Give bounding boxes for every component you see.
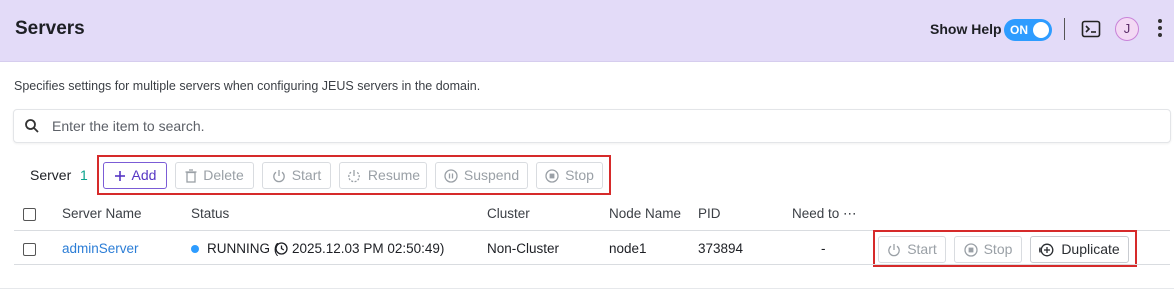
suspend-button[interactable]: Suspend <box>435 162 528 189</box>
toggle-knob <box>1033 22 1049 38</box>
search-icon <box>25 119 39 133</box>
add-button-label: Add <box>131 167 157 183</box>
page-header: Servers Show Help ON J <box>0 0 1174 62</box>
server-count: 1 <box>80 167 88 183</box>
column-header-status[interactable]: Status <box>191 206 229 221</box>
row-start-button[interactable]: Start <box>878 236 946 263</box>
row-start-label: Start <box>907 241 937 257</box>
stop-icon <box>963 242 978 257</box>
power-icon <box>272 169 285 182</box>
column-header-node-name[interactable]: Node Name <box>609 206 681 221</box>
status-text: RUNNING ( <box>207 241 279 256</box>
duplicate-label: Duplicate <box>1061 241 1120 257</box>
trash-icon <box>185 168 197 183</box>
section-label: Server <box>30 167 72 183</box>
page-description: Specifies settings for multiple servers … <box>14 79 481 93</box>
delete-button-label: Delete <box>203 167 244 183</box>
duplicate-button[interactable]: Duplicate <box>1030 236 1129 263</box>
node-name-cell: node1 <box>609 241 647 256</box>
terminal-icon[interactable] <box>1081 19 1101 39</box>
show-help-toggle[interactable]: ON <box>1004 19 1052 41</box>
column-header-cluster[interactable]: Cluster <box>487 206 530 221</box>
status-running-dot <box>191 245 199 253</box>
start-button-label: Start <box>291 167 322 183</box>
page-title: Servers <box>15 18 85 39</box>
need-to-cell: - <box>821 241 826 256</box>
add-button[interactable]: Add <box>103 162 167 189</box>
avatar[interactable]: J <box>1115 17 1139 41</box>
pause-icon <box>444 168 458 183</box>
server-name-link[interactable]: adminServer <box>62 241 139 256</box>
toggle-label: ON <box>1010 23 1028 37</box>
panel-bottom-border <box>0 288 1174 289</box>
search-input[interactable] <box>50 115 1154 137</box>
stop-icon <box>545 168 559 183</box>
suspend-button-label: Suspend <box>463 167 520 183</box>
kebab-menu-icon[interactable] <box>1155 19 1165 41</box>
plus-icon <box>114 170 125 181</box>
power-icon <box>888 243 901 256</box>
row-checkbox[interactable] <box>23 243 36 256</box>
stop-button-label: Stop <box>565 167 594 183</box>
column-header-pid[interactable]: PID <box>698 206 721 221</box>
resume-button[interactable]: Resume <box>339 162 427 189</box>
plus-circle-icon <box>1039 243 1054 256</box>
status-timestamp: 2025.12.03 PM 02:50:49) <box>292 241 445 256</box>
pid-cell: 373894 <box>698 241 744 256</box>
resume-icon <box>348 169 360 182</box>
select-all-checkbox[interactable] <box>23 208 36 221</box>
search-bar[interactable] <box>13 109 1171 143</box>
row-stop-label: Stop <box>983 241 1013 257</box>
cluster-cell: Non-Cluster <box>487 241 560 256</box>
start-button[interactable]: Start <box>262 162 331 189</box>
column-header-need-to[interactable]: Need to ⋯ <box>792 206 857 222</box>
clock-icon <box>275 242 288 255</box>
row-stop-button[interactable]: Stop <box>954 236 1022 263</box>
header-divider <box>1064 18 1065 40</box>
stop-button[interactable]: Stop <box>536 162 603 189</box>
column-header-server-name[interactable]: Server Name <box>62 206 142 221</box>
show-help-label: Show Help <box>930 21 1002 37</box>
resume-button-label: Resume <box>367 167 421 183</box>
delete-button[interactable]: Delete <box>175 162 254 189</box>
row-divider-line <box>14 264 1170 265</box>
